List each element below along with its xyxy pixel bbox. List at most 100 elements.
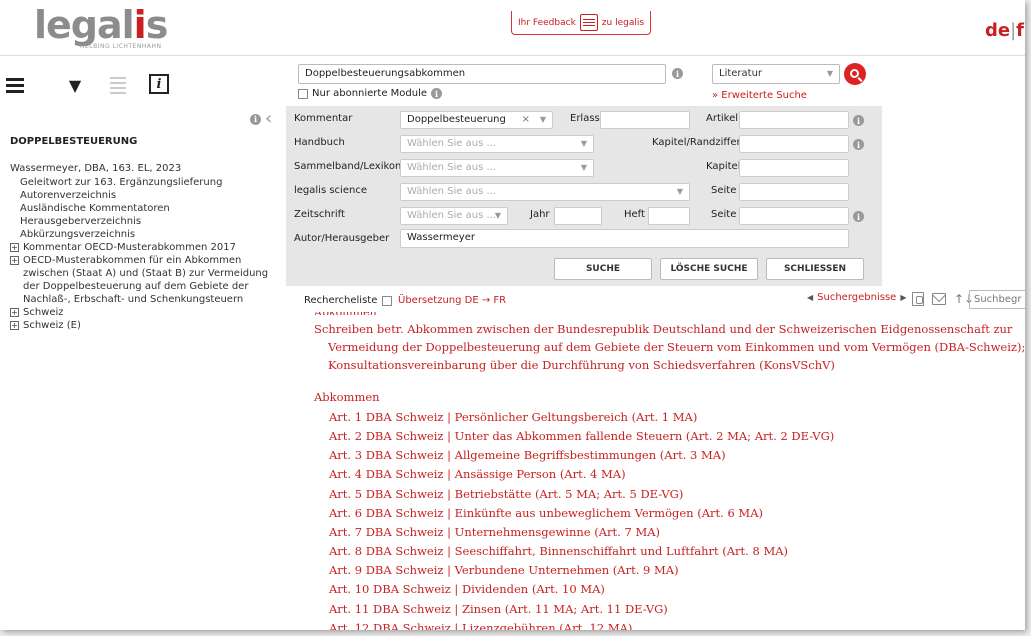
search-icon — [849, 68, 859, 78]
seite-label-2: Seite — [711, 209, 737, 220]
expand-icon[interactable]: + — [10, 256, 19, 265]
header: legalis HELBING LICHTENHAHN Ihr Feedback… — [0, 0, 1025, 56]
scope-select[interactable]: Literatur ▼ — [712, 64, 840, 84]
kommentar-value: Doppelbesteuerung — [407, 114, 506, 125]
expand-icon[interactable]: + — [10, 321, 19, 330]
info-box-icon[interactable]: i — [149, 74, 169, 94]
search-input[interactable]: Doppelbesteuerungsabkommen — [298, 64, 666, 84]
suche-button[interactable]: SUCHE — [554, 258, 652, 280]
science-label: legalis science — [294, 185, 367, 196]
tree-node-label: Schweiz — [23, 307, 64, 318]
info-icon[interactable]: i — [672, 68, 683, 79]
sammelband-label: Sammelband/Lexikon — [294, 161, 402, 172]
article-link[interactable]: Art. 1 DBA Schweiz | Persönlicher Geltun… — [329, 408, 1025, 427]
tree-leaf[interactable]: Ausländische Kommentatoren — [10, 202, 272, 215]
sidebar-title: DOPPELBESTEUERUNG — [10, 136, 138, 147]
chevron-down-icon: ▼ — [580, 139, 587, 148]
info-icon[interactable]: i — [853, 211, 864, 222]
chevron-down-icon: ▼ — [580, 163, 587, 172]
tree-leaf[interactable]: Geleitwort zur 163. Ergänzungslieferung — [10, 176, 272, 189]
article-link[interactable]: Art. 4 DBA Schweiz | Ansässige Person (A… — [329, 465, 1025, 484]
subscribed-checkbox[interactable] — [298, 88, 308, 99]
lang-fr[interactable]: f — [1016, 20, 1024, 41]
tree-node[interactable]: + Schweiz (E) — [10, 319, 272, 332]
lang-de[interactable]: de — [985, 20, 1010, 41]
article-link[interactable]: Art. 6 DBA Schweiz | Einkünfte aus unbew… — [329, 504, 1025, 523]
language-switch: de|f — [985, 20, 1024, 41]
tree-node[interactable]: + Schweiz — [10, 306, 272, 319]
article-link[interactable]: Art. 7 DBA Schweiz | Unternehmensgewinne… — [329, 523, 1025, 542]
rechercheliste-toggle[interactable]: Rechercheliste — [304, 295, 393, 306]
zeitschrift-label: Zeitschrift — [294, 209, 345, 220]
tree-leaf[interactable]: Herausgeberverzeichnis — [10, 215, 272, 228]
artikel-input[interactable] — [739, 111, 849, 129]
info-icon[interactable]: i — [250, 113, 261, 125]
article-link[interactable]: Art. 10 DBA Schweiz | Dividenden (Art. 1… — [329, 580, 1025, 599]
pdf-icon[interactable] — [912, 292, 924, 306]
zeitschrift-select[interactable]: Wählen Sie aus ... ▼ — [400, 207, 508, 225]
filter-icon[interactable]: ▼ — [64, 74, 86, 96]
tree-leaf[interactable]: Abkürzungsverzeichnis — [10, 228, 272, 241]
tree-leaf[interactable]: Autorenverzeichnis — [10, 189, 272, 202]
sidebar-toolbar: ▼ i — [0, 66, 280, 106]
article-link[interactable]: Art. 5 DBA Schweiz | Betriebstätte (Art.… — [329, 485, 1025, 504]
article-link[interactable]: Art. 12 DBA Schweiz | Lizenzgebühren (Ar… — [329, 619, 1025, 630]
next-result-icon[interactable]: ▶ — [900, 293, 906, 302]
list-view-icon[interactable] — [107, 74, 129, 96]
advanced-search-link[interactable]: » Erweiterte Suche — [712, 90, 807, 101]
subscribed-modules-toggle[interactable]: Nur abonnierte Module i — [298, 88, 443, 99]
autor-input[interactable]: Wassermeyer — [400, 229, 849, 248]
kapitel-label: Kapitel — [706, 161, 741, 172]
feedback-button[interactable]: Ihr Feedback zu legalis — [511, 11, 652, 35]
clear-icon[interactable]: × — [522, 112, 530, 128]
search-results-label[interactable]: Suchergebnisse — [817, 292, 896, 303]
loesche-suche-button[interactable]: LÖSCHE SUCHE — [660, 258, 758, 280]
sammelband-select[interactable]: Wählen Sie aus ... ▼ — [400, 159, 594, 177]
expand-icon[interactable]: + — [10, 243, 19, 252]
search-button[interactable] — [844, 63, 866, 85]
logo-wordmark: legalis — [34, 3, 168, 47]
logo-subtitle: HELBING LICHTENHAHN — [80, 43, 162, 50]
tree-node[interactable]: + OECD-Musterabkommen für ein Abkommen z… — [10, 254, 272, 306]
tree-node-label: Kommentar OECD-Musterabkommen 2017 — [23, 242, 236, 253]
kapitel-randziffer-input[interactable] — [739, 135, 849, 153]
info-icon[interactable]: i — [853, 139, 864, 150]
rechercheliste-label: Rechercheliste — [304, 295, 378, 306]
kommentar-select[interactable]: Doppelbesteuerung × ▼ — [400, 111, 553, 129]
toc-list-icon[interactable] — [4, 74, 26, 96]
results-toolbar: Rechercheliste Übersetzung DE → FR ◀ Suc… — [298, 290, 1025, 310]
science-select[interactable]: Wählen Sie aus ... ▼ — [400, 183, 690, 201]
jahr-input[interactable] — [554, 207, 602, 225]
article-link[interactable]: Art. 11 DBA Schweiz | Zinsen (Art. 11 MA… — [329, 600, 1025, 619]
info-icon[interactable]: i — [431, 88, 443, 99]
mail-icon[interactable] — [932, 293, 946, 305]
tree-node-label: OECD-Musterabkommen für ein Abkommen zwi… — [23, 255, 269, 305]
article-link[interactable]: Art. 2 DBA Schweiz | Unter das Abkommen … — [329, 427, 1025, 446]
article-link[interactable]: Art. 8 DBA Schweiz | Seeschiffahrt, Binn… — [329, 542, 1025, 561]
term-search-input[interactable]: Suchbegr — [969, 290, 1025, 309]
article-link[interactable]: Art. 9 DBA Schweiz | Verbundene Unterneh… — [329, 561, 1025, 580]
heft-input[interactable] — [648, 207, 690, 225]
article-list: Art. 1 DBA Schweiz | Persönlicher Geltun… — [329, 408, 1025, 630]
handbuch-select[interactable]: Wählen Sie aus ... ▼ — [400, 135, 594, 153]
artikel-label: Artikel — [706, 113, 739, 124]
prev-result-icon[interactable]: ◀ — [807, 293, 813, 302]
info-icon[interactable]: i — [853, 115, 864, 126]
rechercheliste-checkbox[interactable] — [382, 295, 393, 306]
kapitel-input[interactable] — [739, 159, 849, 177]
seite-input-2[interactable] — [739, 207, 849, 225]
collapse-sidebar-icon[interactable]: ‹ — [265, 110, 272, 128]
section-heading[interactable]: Abkommen — [314, 390, 380, 404]
handbuch-label: Handbuch — [294, 137, 345, 148]
seite-input[interactable] — [739, 183, 849, 201]
article-link[interactable]: Art. 3 DBA Schweiz | Allgemeine Begriffs… — [329, 446, 1025, 465]
erlass-input[interactable] — [600, 111, 690, 129]
schliessen-button[interactable]: SCHLIESSEN — [766, 258, 864, 280]
expand-icon[interactable]: + — [10, 308, 19, 317]
tree-node[interactable]: + Kommentar OECD-Musterabkommen 2017 — [10, 241, 272, 254]
tree-root-item[interactable]: Wassermeyer, DBA, 163. EL, 2023 — [10, 162, 272, 175]
legalis-logo[interactable]: legalis HELBING LICHTENHAHN — [34, 3, 168, 50]
translation-link[interactable]: Übersetzung DE → FR — [398, 295, 506, 306]
erlass-label: Erlass — [570, 113, 600, 124]
document-title[interactable]: Schreiben betr. Abkommen zwischen der Bu… — [314, 320, 1025, 374]
